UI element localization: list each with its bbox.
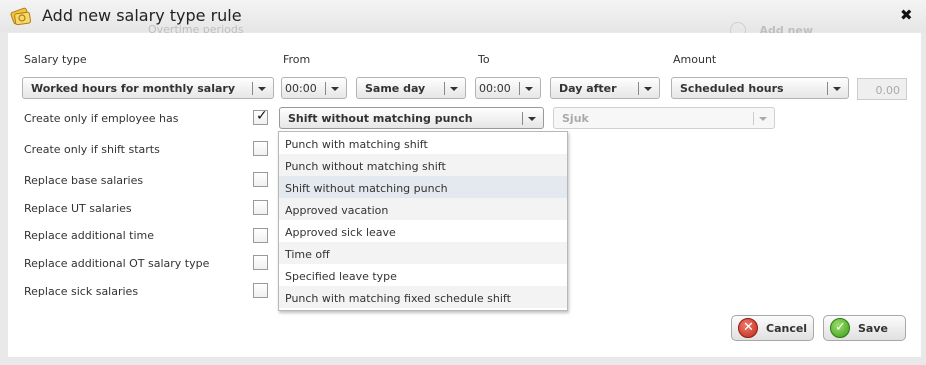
from-time-select[interactable]: 00:00 (281, 77, 347, 99)
select-separator (519, 82, 520, 95)
condition-label-base-salaries: Replace base salaries (24, 174, 144, 187)
salary-type-header: Salary type (24, 53, 87, 66)
select-separator (827, 82, 828, 95)
chevron-down-icon (525, 87, 533, 91)
save-button-label: Save (858, 322, 888, 335)
to-day-value: Day after (559, 82, 617, 95)
dropdown-option[interactable]: Time off (279, 242, 567, 264)
dropdown-option-highlighted[interactable]: Shift without matching punch (279, 176, 567, 198)
leave-type-select: Sjuk (553, 107, 775, 129)
cancel-icon: ✕ (738, 318, 758, 338)
chevron-down-icon (528, 117, 536, 121)
select-separator (252, 82, 253, 95)
condition-label-additional-time: Replace additional time (24, 229, 154, 242)
dropdown-option[interactable]: Approved vacation (279, 198, 567, 220)
employee-has-select[interactable]: Shift without matching punch (279, 107, 544, 129)
chevron-down-icon (450, 87, 458, 91)
condition-label-shift-starts: Create only if shift starts (24, 143, 160, 156)
chevron-down-icon (258, 87, 266, 91)
from-header: From (283, 53, 311, 66)
condition-label-additional-ot: Replace additional OT salary type (24, 257, 210, 270)
additional-time-checkbox[interactable] (253, 228, 268, 243)
save-button[interactable]: ✓ Save (823, 315, 906, 341)
condition-label-ut-salaries: Replace UT salaries (24, 202, 132, 215)
close-icon[interactable]: ✖ (900, 6, 913, 24)
from-day-value: Same day (365, 82, 426, 95)
amount-value-input[interactable]: 0.00 (857, 78, 907, 100)
select-separator (753, 112, 754, 125)
chevron-down-icon (833, 87, 841, 91)
amount-type-value: Scheduled hours (680, 82, 784, 95)
shift-starts-checkbox[interactable] (253, 141, 268, 156)
select-separator (638, 82, 639, 95)
dropdown-option[interactable]: Punch without matching shift (279, 154, 567, 176)
select-separator (444, 82, 445, 95)
salary-rule-icon (9, 4, 33, 28)
select-separator (325, 82, 326, 95)
employee-has-checkbox[interactable]: ✓ (253, 108, 268, 125)
cancel-button[interactable]: ✕ Cancel (731, 315, 814, 341)
ut-salaries-checkbox[interactable] (253, 200, 268, 215)
employee-has-dropdown: Punch with matching shift Punch without … (278, 131, 568, 311)
from-day-select[interactable]: Same day (356, 77, 466, 99)
save-icon: ✓ (830, 318, 850, 338)
dropdown-option[interactable]: Punch with matching fixed schedule shift (279, 286, 567, 308)
sick-salaries-checkbox[interactable] (253, 283, 268, 298)
base-salaries-checkbox[interactable] (253, 172, 268, 187)
dropdown-option[interactable]: Approved sick leave (279, 220, 567, 242)
chevron-down-icon (644, 87, 652, 91)
dropdown-option[interactable]: Specified leave type (279, 264, 567, 286)
chevron-down-icon (331, 87, 339, 91)
additional-ot-checkbox[interactable] (253, 255, 268, 270)
to-time-select[interactable]: 00:00 (475, 77, 541, 99)
chevron-down-icon (759, 117, 767, 121)
to-time-value: 00:00 (479, 82, 511, 95)
condition-label-employee-has: Create only if employee has (24, 112, 179, 125)
salary-type-value: Worked hours for monthly salary (31, 82, 235, 95)
amount-header: Amount (673, 53, 717, 66)
to-header: To (478, 53, 490, 66)
condition-label-sick-salaries: Replace sick salaries (24, 285, 139, 298)
cancel-button-label: Cancel (766, 322, 808, 335)
salary-rule-dialog: Add new salary type rule Overtime period… (0, 0, 926, 365)
to-day-select[interactable]: Day after (550, 77, 660, 99)
dialog-titlebar: Add new salary type rule Overtime period… (0, 0, 926, 38)
employee-has-value: Shift without matching punch (288, 112, 473, 125)
check-icon: ✓ (256, 108, 268, 124)
from-time-value: 00:00 (285, 82, 317, 95)
select-separator (522, 112, 523, 125)
amount-type-select[interactable]: Scheduled hours (671, 77, 849, 99)
dropdown-option[interactable]: Punch with matching shift (279, 132, 567, 154)
leave-type-value: Sjuk (562, 112, 589, 125)
salary-type-select[interactable]: Worked hours for monthly salary (22, 77, 274, 99)
